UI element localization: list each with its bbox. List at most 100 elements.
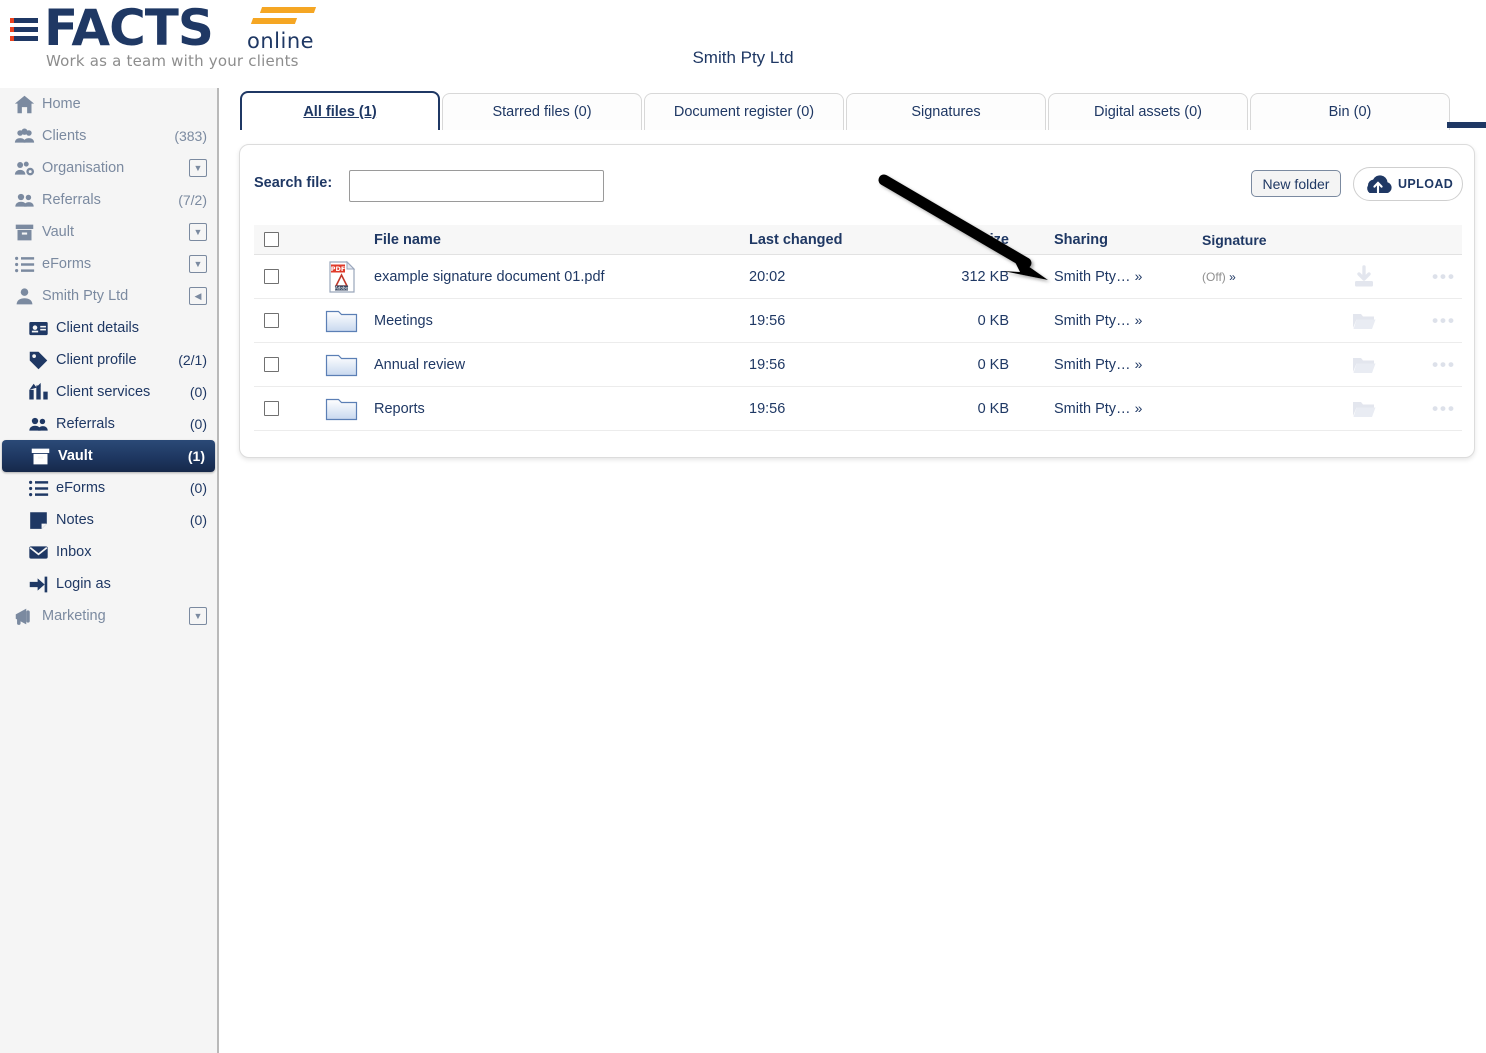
logo-dash-icon xyxy=(259,7,317,13)
last-changed-cell: 19:56 xyxy=(749,400,786,417)
search-input[interactable] xyxy=(349,170,604,202)
size-cell: 0 KB xyxy=(977,400,1009,417)
sharing-cell[interactable]: Smith Pty… » xyxy=(1019,356,1169,373)
sidebar-item-client-profile[interactable]: Client profile (2/1) xyxy=(0,344,217,376)
chevron-down-icon[interactable]: ▼ xyxy=(189,159,207,177)
sharing-chevron-icon[interactable]: » xyxy=(1135,400,1143,416)
sidebar-item-count: (0) xyxy=(189,512,207,528)
size-cell: 0 KB xyxy=(977,356,1009,373)
sidebar-item-label: Home xyxy=(42,96,81,112)
sharing-value: Smith Pty… xyxy=(1054,313,1131,329)
row-checkbox[interactable] xyxy=(264,269,279,284)
more-options-icon[interactable]: ••• xyxy=(1409,355,1479,375)
more-dots-icon: ••• xyxy=(1432,354,1456,374)
column-header-last-changed[interactable]: Last changed xyxy=(749,232,904,248)
table-row[interactable]: PDF Adobe example signature document 01.… xyxy=(254,255,1462,299)
tab-label: Digital assets (0) xyxy=(1094,104,1202,120)
sidebar-item-login-as[interactable]: Login as xyxy=(0,568,217,600)
tab-starred-files-0[interactable]: Starred files (0) xyxy=(442,93,642,130)
sidebar-item-smith-pty-ltd[interactable]: Smith Pty Ltd ◀ xyxy=(0,280,217,312)
download-icon[interactable] xyxy=(1319,264,1409,289)
tab-all-files-1[interactable]: All files (1) xyxy=(240,91,440,130)
file-name-cell[interactable]: Reports xyxy=(374,401,749,417)
upload-button[interactable]: UPLOAD xyxy=(1353,167,1463,201)
eforms-icon xyxy=(14,254,42,274)
row-checkbox[interactable] xyxy=(264,357,279,372)
row-select-cell[interactable] xyxy=(254,401,309,416)
file-name-cell[interactable]: example signature document 01.pdf xyxy=(374,269,749,285)
chevron-down-icon[interactable]: ▼ xyxy=(189,255,207,273)
last-changed-cell: 20:02 xyxy=(749,268,786,285)
table-row[interactable]: Reports 19:56 0 KB Smith Pty… » ••• xyxy=(254,387,1462,431)
sidebar-item-organisation[interactable]: Organisation ▼ xyxy=(0,152,217,184)
sharing-cell[interactable]: Smith Pty… » xyxy=(1019,268,1169,285)
sharing-cell[interactable]: Smith Pty… » xyxy=(1019,312,1169,329)
tab-digital-assets-0[interactable]: Digital assets (0) xyxy=(1048,93,1248,130)
home-icon xyxy=(14,94,42,114)
sharing-cell[interactable]: Smith Pty… » xyxy=(1019,400,1169,417)
tab-signatures[interactable]: Signatures xyxy=(846,93,1046,130)
sidebar-item-clients[interactable]: Clients (383) xyxy=(0,120,217,152)
open-folder-icon[interactable] xyxy=(1319,311,1409,331)
select-all-checkbox[interactable] xyxy=(264,232,279,247)
select-all-cell[interactable] xyxy=(254,232,309,247)
chevron-down-icon[interactable]: ▼ xyxy=(189,223,207,241)
signature-chevron-icon[interactable]: » xyxy=(1229,270,1236,284)
sidebar-item-label: Login as xyxy=(56,576,111,592)
open-folder-icon[interactable] xyxy=(1319,355,1409,375)
sharing-chevron-icon[interactable]: » xyxy=(1135,312,1143,328)
sidebar-item-vault[interactable]: Vault ▼ xyxy=(0,216,217,248)
sidebar-item-client-details[interactable]: Client details xyxy=(0,312,217,344)
sharing-chevron-icon[interactable]: » xyxy=(1135,268,1143,284)
file-table: File name Last changed Size Sharing Signatur… xyxy=(254,225,1462,431)
sidebar-item-home[interactable]: Home xyxy=(0,88,217,120)
search-file-label: Search file: xyxy=(254,175,333,191)
tab-document-register-0[interactable]: Document register (0) xyxy=(644,93,844,130)
file-name-cell[interactable]: Annual review xyxy=(374,357,749,373)
last-changed-cell: 19:56 xyxy=(749,356,786,373)
more-options-icon[interactable]: ••• xyxy=(1409,267,1479,287)
sidebar-item-notes[interactable]: Notes (0) xyxy=(0,504,217,536)
logo-wordmark: FACTS xyxy=(44,0,214,57)
tab-label: Bin (0) xyxy=(1328,104,1372,120)
sharing-chevron-icon[interactable]: » xyxy=(1135,356,1143,372)
column-header-size[interactable]: Size xyxy=(904,232,1019,248)
more-options-icon[interactable]: ••• xyxy=(1409,399,1479,419)
column-header-file-name[interactable]: File name xyxy=(374,232,749,248)
row-checkbox[interactable] xyxy=(264,401,279,416)
table-row[interactable]: Meetings 19:56 0 KB Smith Pty… » ••• xyxy=(254,299,1462,343)
row-checkbox[interactable] xyxy=(264,313,279,328)
hamburger-bar xyxy=(10,27,38,32)
login-icon xyxy=(28,574,56,594)
sidebar-item-client-services[interactable]: Client services (0) xyxy=(0,376,217,408)
more-dots-icon: ••• xyxy=(1432,398,1456,418)
sidebar-item-eforms[interactable]: eForms ▼ xyxy=(0,248,217,280)
size-cell: 312 KB xyxy=(961,268,1009,285)
column-header-signature[interactable]: Signature xyxy=(1169,232,1319,248)
column-header-sharing[interactable]: Sharing xyxy=(1019,232,1169,248)
row-select-cell[interactable] xyxy=(254,357,309,372)
sidebar-item-vault[interactable]: Vault (1) xyxy=(2,440,215,472)
sidebar-item-referrals[interactable]: Referrals (7/2) xyxy=(0,184,217,216)
sidebar-item-eforms[interactable]: eForms (0) xyxy=(0,472,217,504)
sidebar-item-referrals[interactable]: Referrals (0) xyxy=(0,408,217,440)
chevron-left-icon[interactable]: ◀ xyxy=(189,287,207,305)
row-select-cell[interactable] xyxy=(254,269,309,284)
sidebar-item-label: Organisation xyxy=(42,160,125,176)
file-name-cell[interactable]: Meetings xyxy=(374,313,749,329)
sidebar-item-label: Referrals xyxy=(56,416,115,432)
row-select-cell[interactable] xyxy=(254,313,309,328)
hamburger-menu-icon[interactable] xyxy=(10,17,38,43)
more-options-icon[interactable]: ••• xyxy=(1409,311,1479,331)
table-row[interactable]: Annual review 19:56 0 KB Smith Pty… » ••• xyxy=(254,343,1462,387)
tab-bin-0[interactable]: Bin (0) xyxy=(1250,93,1450,130)
signature-cell[interactable]: (Off) » xyxy=(1169,270,1319,284)
chevron-down-icon[interactable]: ▼ xyxy=(189,607,207,625)
sidebar-item-label: Client services xyxy=(56,384,151,400)
sidebar-item-marketing[interactable]: Marketing ▼ xyxy=(0,600,217,632)
new-folder-button[interactable]: New folder xyxy=(1251,170,1341,197)
sidebar-item-count: (2/1) xyxy=(178,352,207,368)
open-folder-icon[interactable] xyxy=(1319,399,1409,419)
hamburger-bar xyxy=(10,36,38,41)
sidebar-item-inbox[interactable]: Inbox xyxy=(0,536,217,568)
